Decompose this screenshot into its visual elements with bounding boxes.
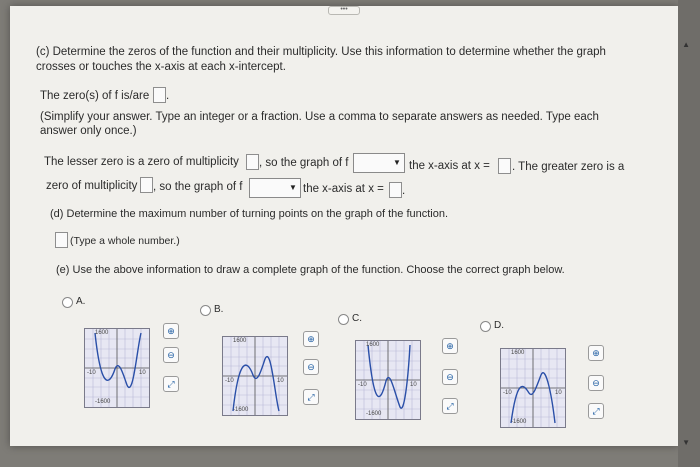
option-c-radio[interactable] (338, 314, 349, 325)
chevron-down-icon: ▼ (393, 158, 401, 167)
end-period: . (402, 185, 406, 197)
option-d-plot (501, 349, 565, 427)
option-a-ymin: -1600 (95, 399, 111, 405)
option-a-radio[interactable] (62, 297, 73, 308)
lesser-behavior-select[interactable]: ▼ (353, 153, 405, 173)
option-a-curve (94, 332, 142, 389)
option-d-xmin: -10 (503, 390, 512, 396)
option-d-zoom-out-icon[interactable]: ⊖ (588, 375, 604, 391)
greater-behavior-select[interactable]: ▼ (249, 178, 301, 198)
turning-points-input[interactable] (55, 232, 68, 248)
option-d-zoom-in-icon[interactable]: ⊕ (588, 345, 604, 361)
more-options-handle[interactable]: ••• (328, 6, 360, 15)
option-b-zoom-in-icon[interactable]: ⊕ (303, 331, 319, 347)
option-d-xmax: 10 (555, 390, 562, 396)
option-c-label: C. (352, 313, 362, 324)
option-d-ymin: -1600 (511, 419, 527, 425)
scroll-up-icon[interactable]: ▲ (682, 40, 690, 49)
option-b-curve (232, 355, 280, 412)
option-d-label: D. (494, 320, 504, 331)
option-c-xmin: -10 (358, 382, 367, 388)
scroll-down-icon[interactable]: ▼ (682, 438, 690, 447)
option-b-ymin: -1600 (233, 407, 249, 413)
option-c-ymin: -1600 (366, 411, 382, 417)
option-c-graph: 1600 -1600 -10 10 (355, 340, 421, 420)
option-b-label: B. (214, 304, 224, 315)
lesser-x-input[interactable] (498, 158, 511, 174)
instruction-line2: answer only once.) (40, 125, 137, 137)
greater-x-input[interactable] (389, 182, 402, 198)
zeros-period: . (166, 90, 170, 102)
part-d-prompt: (d) Determine the maximum number of turn… (50, 208, 449, 220)
part-c-prompt-line2: crosses or touches the x-axis at each x-… (36, 61, 286, 73)
instruction-line1: (Simplify your answer. Type an integer o… (40, 111, 599, 123)
option-c-ymax: 1600 (366, 342, 380, 348)
option-c-expand-icon[interactable]: ⤢ (442, 398, 458, 414)
greater-zero-label: . The greater zero is a (512, 161, 625, 173)
option-b-graph: 1600 -1600 -10 10 (222, 336, 288, 416)
greater-axis-label: the x-axis at x = (303, 183, 384, 195)
option-a-ymax: 1600 (95, 330, 109, 336)
option-c-xmax: 10 (410, 382, 417, 388)
lesser-multiplicity-input[interactable] (246, 154, 259, 170)
part-c-prompt-line1: (c) Determine the zeros of the function … (36, 46, 606, 58)
option-c-plot (356, 341, 420, 419)
greater-multiplicity-input[interactable] (140, 177, 153, 193)
option-d-radio[interactable] (480, 321, 491, 332)
lesser-axis-label: the x-axis at x = (409, 160, 490, 172)
option-a-expand-icon[interactable]: ⤢ (163, 376, 179, 392)
zeros-label: The zero(s) of f is/are (40, 90, 150, 102)
part-e-prompt: (e) Use the above information to draw a … (56, 264, 565, 276)
option-c-zoom-out-icon[interactable]: ⊖ (442, 369, 458, 385)
option-a-graph: 1600 -1600 -10 10 (84, 328, 150, 408)
option-d-ymax: 1600 (511, 350, 525, 356)
option-a-plot (85, 329, 149, 407)
greater-multiplicity-label: zero of multiplicity (46, 180, 138, 192)
option-b-radio[interactable] (200, 305, 211, 316)
zeros-input[interactable] (153, 87, 166, 103)
greater-graph-label: , so the graph of f (153, 181, 243, 193)
option-a-xmax: 10 (139, 370, 146, 376)
scroll-track[interactable]: ▲ ▼ (678, 0, 700, 467)
option-d-expand-icon[interactable]: ⤢ (588, 403, 604, 419)
option-a-zoom-in-icon[interactable]: ⊕ (163, 323, 179, 339)
option-b-xmin: -10 (225, 378, 234, 384)
lesser-zero-label: The lesser zero is a zero of multiplicit… (44, 156, 239, 168)
option-d-graph: 1600 -1600 -10 10 (500, 348, 566, 428)
option-a-zoom-out-icon[interactable]: ⊖ (163, 347, 179, 363)
option-b-zoom-out-icon[interactable]: ⊖ (303, 359, 319, 375)
option-b-plot (223, 337, 287, 415)
option-a-label: A. (76, 296, 86, 307)
option-b-ymax: 1600 (233, 338, 247, 344)
option-a-xmin: -10 (87, 370, 96, 376)
option-b-expand-icon[interactable]: ⤢ (303, 389, 319, 405)
lesser-graph-label: , so the graph of f (259, 157, 349, 169)
turning-points-hint: (Type a whole number.) (70, 235, 180, 247)
option-b-xmax: 10 (277, 378, 284, 384)
option-c-zoom-in-icon[interactable]: ⊕ (442, 338, 458, 354)
chevron-down-icon: ▼ (289, 183, 297, 192)
